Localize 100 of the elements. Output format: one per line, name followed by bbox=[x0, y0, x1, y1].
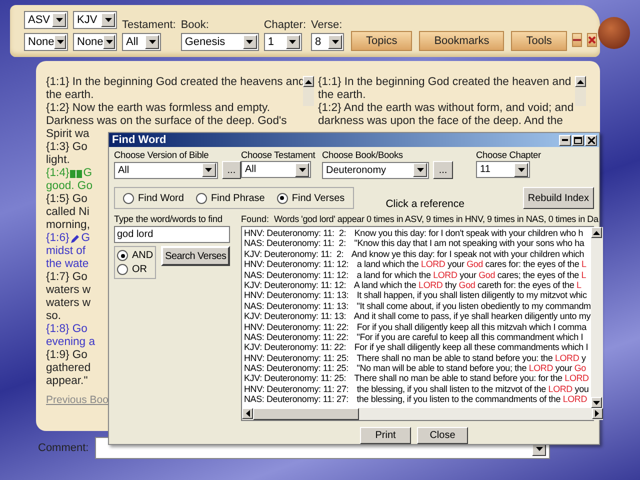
filter-dropdown[interactable]: All bbox=[241, 161, 311, 178]
verse-reference[interactable]: NAS: Deuteronomy: 11: 13: bbox=[244, 300, 348, 311]
verse-reference[interactable]: HNV: Deuteronomy: 11: 27: bbox=[244, 384, 349, 394]
scroll-up-icon[interactable] bbox=[303, 76, 314, 87]
verse-text: "No man will be able to stand before you; the bbox=[356, 363, 528, 374]
version-dropdown[interactable]: ASV bbox=[24, 11, 68, 29]
query-label: Type the word/words to find bbox=[114, 214, 224, 224]
filter-dropdown[interactable]: All bbox=[114, 162, 218, 178]
radio-label[interactable]: Find Phrase bbox=[210, 192, 265, 204]
scroll-up-icon[interactable] bbox=[590, 227, 602, 238]
filter-dropdown[interactable]: 8 bbox=[311, 33, 344, 51]
caret-icon[interactable] bbox=[202, 163, 216, 177]
dialog-button[interactable]: Close bbox=[417, 427, 468, 444]
scroll-left-icon[interactable] bbox=[242, 408, 253, 419]
caret-icon[interactable] bbox=[286, 35, 300, 49]
verse-reference[interactable]: NAS: Deuteronomy: 11: 22: bbox=[244, 332, 348, 342]
verse-text: "For if you are careful to keep all this commandment which I bbox=[356, 332, 584, 342]
verse-reference[interactable]: NAS: Deuteronomy: 11: 27: bbox=[244, 394, 348, 404]
query-field[interactable]: god lord bbox=[114, 226, 230, 243]
scroll-down-icon[interactable] bbox=[590, 397, 602, 408]
verse-reference[interactable]: KJV: Deuteronomy: 11: 25: bbox=[244, 373, 346, 384]
caret-icon[interactable] bbox=[514, 162, 528, 176]
verse-text: you bbox=[574, 384, 589, 394]
hint-text: Click a reference bbox=[386, 198, 464, 210]
verse-reference[interactable]: NAS: Deuteronomy: 11: 12: bbox=[244, 270, 348, 280]
toolbar-button[interactable]: Topics bbox=[351, 31, 412, 51]
toolbar-button[interactable]: Tools bbox=[511, 31, 567, 51]
filter-label: Book: bbox=[180, 19, 210, 31]
search-verses-button[interactable]: Search Verses bbox=[161, 246, 230, 266]
horizontal-scrollbar[interactable] bbox=[242, 408, 603, 420]
radio-label[interactable]: OR bbox=[132, 264, 147, 275]
radio-label[interactable]: AND bbox=[132, 250, 154, 261]
verse-reference[interactable]: NAS: Deuteronomy: 11: 2: bbox=[244, 238, 346, 248]
maximize-icon[interactable] bbox=[572, 134, 584, 146]
highlighted-word: LORD bbox=[528, 363, 554, 374]
radio-button[interactable] bbox=[276, 192, 288, 204]
verse-reference[interactable]: KJV: Deuteronomy: 11: 2: bbox=[244, 248, 344, 259]
radio-button[interactable] bbox=[117, 264, 128, 275]
verse-line: the earth. bbox=[318, 89, 366, 102]
caret-icon[interactable] bbox=[101, 13, 115, 27]
verse-reference[interactable]: HNV: Deuteronomy: 11: 25: bbox=[244, 352, 349, 363]
filter-dropdown[interactable]: All bbox=[122, 33, 161, 51]
radio-button[interactable] bbox=[196, 192, 207, 204]
vertical-scrollbar[interactable] bbox=[575, 76, 586, 106]
verse-text: your bbox=[554, 363, 574, 374]
verse-line: {1:7} Go bbox=[46, 271, 88, 284]
verse-line: waters w bbox=[46, 297, 91, 310]
highlighted-word: God bbox=[478, 270, 496, 280]
verse-reference[interactable]: KJV: Deuteronomy: 11: 12: bbox=[244, 280, 346, 290]
vertical-scrollbar[interactable] bbox=[303, 76, 314, 106]
caret-icon[interactable] bbox=[242, 35, 257, 49]
rebuild-index-button[interactable]: Rebuild Index bbox=[522, 187, 594, 209]
filter-dropdown[interactable]: 1 bbox=[264, 33, 302, 51]
radio-label[interactable]: Find Word bbox=[138, 192, 184, 204]
verse-text: cares for: the eyes of the bbox=[484, 259, 580, 270]
scroll-up-icon[interactable] bbox=[575, 76, 586, 87]
caret-icon[interactable] bbox=[145, 35, 159, 49]
verse-reference[interactable]: KJV: Deuteronomy: 11: 22: bbox=[244, 342, 346, 352]
radio-button[interactable] bbox=[117, 250, 128, 261]
browse-button[interactable]: ... bbox=[433, 161, 453, 179]
filter-dropdown[interactable]: Deuteronomy bbox=[322, 162, 429, 178]
highlighted-word: LORD bbox=[562, 394, 588, 404]
verse-text: There shall no man be able to stand before you: the bbox=[356, 352, 554, 363]
caret-icon[interactable] bbox=[295, 162, 309, 176]
verse-reference[interactable]: KJV: Deuteronomy: 11: 13: bbox=[244, 311, 346, 322]
verse-text: Know you this day: for I don't speak with your children who h bbox=[354, 228, 584, 238]
verse-reference[interactable]: NAS: Deuteronomy: 11: 25: bbox=[244, 363, 348, 374]
verse-line: Darkness was on the surface of the deep. God's bbox=[46, 115, 287, 128]
verse-line: {1:5} Go bbox=[46, 193, 88, 206]
vertical-scrollbar[interactable] bbox=[590, 227, 603, 408]
caret-icon[interactable] bbox=[328, 35, 342, 49]
radio-button[interactable] bbox=[123, 192, 134, 204]
caret-icon[interactable] bbox=[413, 163, 427, 177]
version-dropdown[interactable]: KJV bbox=[73, 11, 117, 29]
filter-dropdown[interactable]: 11 bbox=[476, 161, 530, 178]
scroll-thumb[interactable] bbox=[253, 408, 359, 420]
caret-icon[interactable] bbox=[54, 35, 66, 49]
highlighted-word: God bbox=[458, 280, 476, 290]
verse-line: appear." bbox=[46, 375, 88, 388]
verse-reference[interactable]: HNV: Deuteronomy: 11: 12: bbox=[244, 259, 349, 270]
caret-icon[interactable] bbox=[52, 13, 66, 27]
found-label: Found: bbox=[241, 214, 270, 224]
highlighted-word: LORD bbox=[433, 270, 458, 280]
version-dropdown[interactable]: None bbox=[24, 33, 68, 51]
verse-text: For if you shall diligently keep all this mitzvah which I comma bbox=[356, 322, 586, 332]
verse-reference[interactable]: HNV: Deuteronomy: 11: 2: bbox=[244, 228, 346, 238]
verse-reference[interactable]: HNV: Deuteronomy: 11: 13: bbox=[244, 290, 349, 300]
filter-label: Verse: bbox=[311, 19, 344, 31]
filter-dropdown[interactable]: Genesis bbox=[180, 33, 259, 51]
version-dropdown[interactable]: None bbox=[73, 33, 117, 51]
pen-icon bbox=[70, 234, 80, 244]
verse-text: It shall happen, if you shall listen diligently to my mitzvot whic bbox=[356, 290, 587, 300]
browse-button[interactable]: ... bbox=[222, 161, 241, 179]
filter-label: Testament: bbox=[122, 19, 176, 31]
verse-reference[interactable]: HNV: Deuteronomy: 11: 22: bbox=[244, 322, 349, 332]
caret-icon[interactable] bbox=[103, 35, 115, 49]
toolbar-button[interactable]: Bookmarks bbox=[419, 31, 504, 51]
radio-label[interactable]: Find Verses bbox=[292, 192, 345, 204]
scroll-right-icon[interactable] bbox=[592, 408, 603, 419]
dialog-button[interactable]: Print bbox=[360, 427, 411, 444]
